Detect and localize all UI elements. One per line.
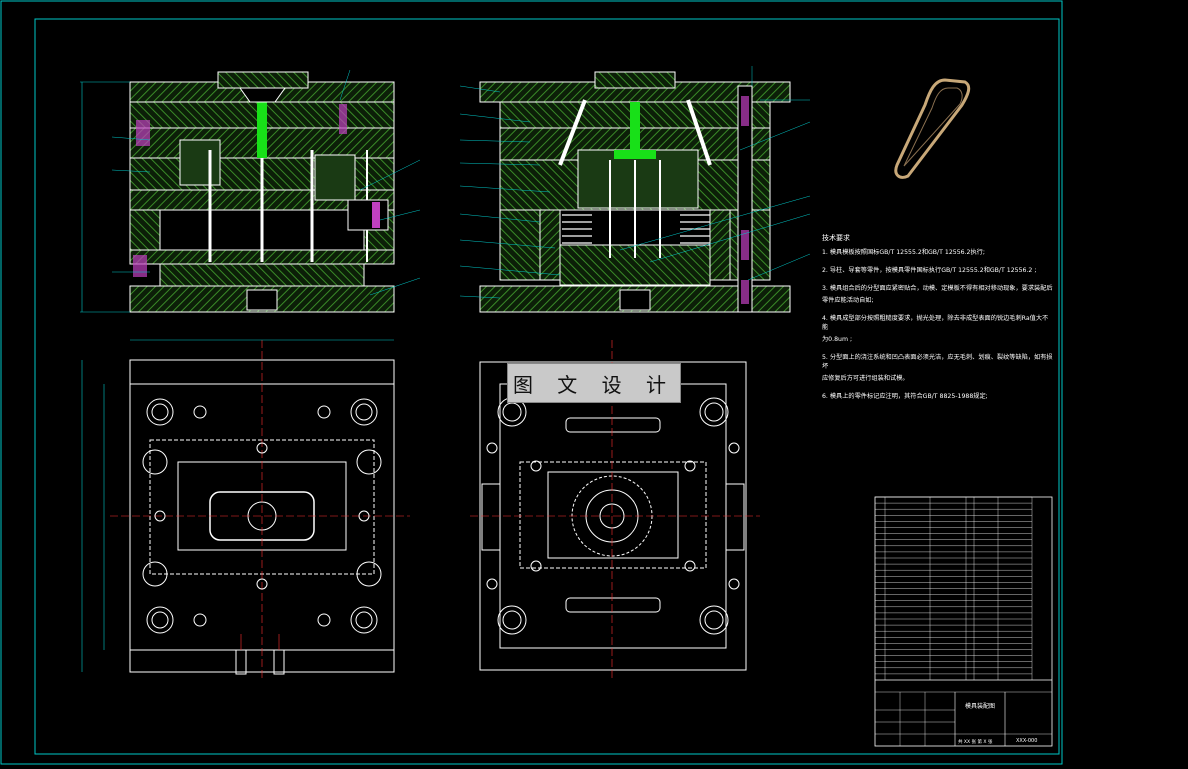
tech-note-item: 6. 模具上的零件标记应注明，其符合GB/T 8825-1988规定; [822, 393, 988, 400]
tech-note-item: 5. 分型面上的浇注系统和凹凸表面必须光洁，应无毛刺、划痕、裂纹等缺陷，如有损坏 [822, 354, 1053, 370]
part-sketch [894, 78, 971, 179]
tech-note-item: 3. 模具组合后的分型面应紧密贴合，动模、定模板不得有相对移动现象，要求装配后 [822, 285, 1053, 292]
tech-note-item: 2. 导柱、导套等零件，按模具零件国标执行GB/T 12555.2和GB/T 1… [822, 267, 1037, 274]
drawing-number: XXX-000 [1016, 738, 1037, 744]
tech-note-item: 零件应能活动自如; [822, 297, 874, 304]
plan-view-moving [81, 339, 410, 680]
drawing-sheet: 模具装配图 XXX-000 共 XX 张 第 X 张 图 文 设 计 技术要求 … [0, 0, 1188, 765]
tech-note-item: 1. 模具模板按照国标GB/T 12555.2和GB/T 12556.2执行; [822, 249, 985, 256]
tech-note-item: 4. 模具成型部分按照粗糙度要求，抛光处理，除去非成型表面的锐边毛刺Ra值大不能 [822, 315, 1049, 331]
title-block [874, 496, 1053, 747]
drawing-title: 模具装配图 [965, 702, 995, 710]
technical-requirements: 技术要求 1. 模具模板按照国标GB/T 12555.2和GB/T 12556.… [822, 234, 1054, 410]
watermark-label: 图 文 设 计 [507, 363, 681, 403]
tech-notes-title: 技术要求 [822, 234, 850, 242]
section-view-b [459, 66, 811, 313]
section-view-a [80, 69, 421, 313]
tech-note-item: 应修复后方可进行组装和试模。 [822, 375, 909, 382]
tech-note-item: 为0.8um ; [822, 336, 853, 343]
sheet-count: 共 XX 张 第 X 张 [958, 738, 993, 745]
